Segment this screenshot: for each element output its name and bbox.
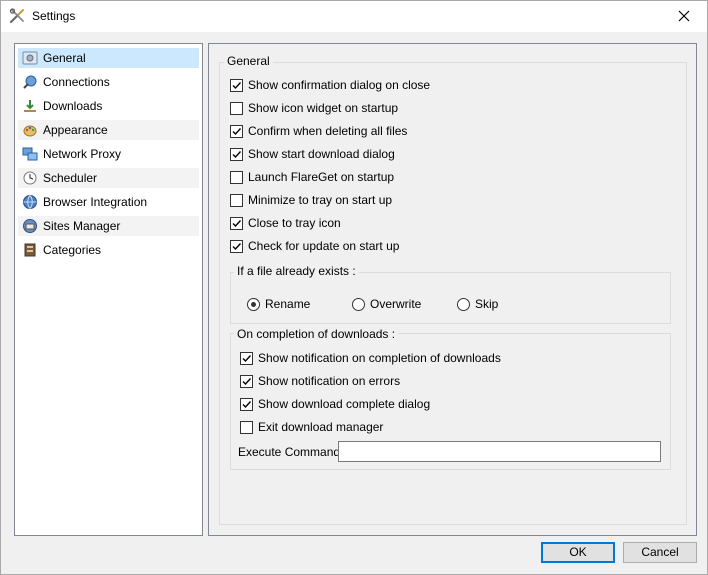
radio-label: Rename bbox=[265, 297, 311, 311]
appearance-icon bbox=[22, 122, 38, 138]
execute-command-label: Execute Command: bbox=[238, 445, 344, 459]
sidebar-item-downloads[interactable]: Downloads bbox=[18, 96, 199, 116]
checkmark-icon bbox=[242, 401, 252, 409]
tools-icon bbox=[9, 8, 25, 24]
categories-icon bbox=[22, 242, 38, 258]
option-label: Show download complete dialog bbox=[258, 397, 431, 411]
option-label: Show confirmation dialog on close bbox=[248, 78, 431, 92]
checkbox[interactable] bbox=[230, 148, 243, 161]
sidebar-item-sites-manager[interactable]: Sites Manager bbox=[18, 216, 199, 236]
option-label: Confirm when deleting all files bbox=[248, 124, 408, 138]
radio-label: Skip bbox=[475, 297, 499, 311]
sidebar-item-label: Appearance bbox=[43, 123, 108, 137]
checkmark-icon bbox=[232, 243, 242, 251]
completion-group-title: On completion of downloads : bbox=[234, 327, 399, 341]
option-label: Show start download dialog bbox=[248, 147, 395, 161]
sidebar-item-browser-integration[interactable]: Browser Integration bbox=[18, 192, 199, 212]
connections-icon bbox=[22, 74, 38, 90]
general-settings-icon bbox=[22, 50, 38, 66]
settings-panel: General Show confirmation dialog on clos… bbox=[208, 43, 697, 536]
checkmark-icon bbox=[242, 355, 252, 363]
sidebar-item-categories[interactable]: Categories bbox=[18, 240, 199, 260]
radio-button[interactable] bbox=[247, 298, 260, 311]
checkbox[interactable] bbox=[240, 375, 253, 388]
checkmark-icon bbox=[232, 128, 242, 136]
sidebar-item-label: Sites Manager bbox=[43, 219, 121, 233]
radio-button[interactable] bbox=[352, 298, 365, 311]
cancel-button[interactable]: Cancel bbox=[623, 542, 697, 563]
sites-manager-icon bbox=[22, 218, 38, 234]
close-button[interactable] bbox=[661, 1, 707, 32]
checkbox[interactable] bbox=[240, 352, 253, 365]
option-label: Minimize to tray on start up bbox=[248, 193, 393, 207]
option-label: Show notification on completion of downl… bbox=[258, 351, 501, 365]
checkmark-icon bbox=[232, 220, 242, 228]
sidebar-item-label: Browser Integration bbox=[43, 195, 148, 209]
sidebar-item-label: General bbox=[43, 51, 86, 65]
network-proxy-icon bbox=[22, 146, 38, 162]
downloads-icon bbox=[22, 98, 38, 114]
execute-command-input[interactable] bbox=[338, 441, 661, 462]
sidebar-item-label: Categories bbox=[43, 243, 102, 257]
checkmark-icon bbox=[232, 151, 242, 159]
window-title: Settings bbox=[32, 9, 76, 23]
option-label: Exit download manager bbox=[258, 420, 384, 434]
checkbox[interactable] bbox=[230, 240, 243, 253]
checkbox[interactable] bbox=[230, 217, 243, 230]
ok-button[interactable]: OK bbox=[541, 542, 615, 563]
sidebar-item-label: Network Proxy bbox=[43, 147, 122, 161]
checkbox[interactable] bbox=[230, 171, 243, 184]
radio-selected-dot bbox=[251, 302, 256, 307]
settings-window: Settings General Connections Downloads A… bbox=[0, 0, 708, 575]
file-exists-group-title: If a file already exists : bbox=[234, 264, 359, 278]
sidebar-item-scheduler[interactable]: Scheduler bbox=[18, 168, 199, 188]
option-label: Close to tray icon bbox=[248, 216, 341, 230]
checkmark-icon bbox=[232, 82, 242, 90]
general-group-title: General bbox=[224, 54, 273, 68]
checkbox[interactable] bbox=[230, 102, 243, 115]
settings-category-list: General Connections Downloads Appearance… bbox=[14, 43, 203, 536]
close-icon bbox=[678, 10, 690, 22]
option-label: Show icon widget on startup bbox=[248, 101, 399, 115]
sidebar-item-general[interactable]: General bbox=[18, 48, 199, 68]
sidebar-item-connections[interactable]: Connections bbox=[18, 72, 199, 92]
sidebar-item-label: Downloads bbox=[43, 99, 103, 113]
option-label: Show notification on errors bbox=[258, 374, 401, 388]
title-bar: Settings bbox=[1, 1, 707, 32]
checkbox[interactable] bbox=[240, 398, 253, 411]
checkbox[interactable] bbox=[230, 79, 243, 92]
sidebar-item-network-proxy[interactable]: Network Proxy bbox=[18, 144, 199, 164]
scheduler-icon bbox=[22, 170, 38, 186]
sidebar-item-appearance[interactable]: Appearance bbox=[18, 120, 199, 140]
checkbox[interactable] bbox=[230, 194, 243, 207]
option-label: Check for update on start up bbox=[248, 239, 400, 253]
checkmark-icon bbox=[242, 378, 252, 386]
checkbox[interactable] bbox=[240, 421, 253, 434]
browser-integration-icon bbox=[22, 194, 38, 210]
sidebar-item-label: Scheduler bbox=[43, 171, 98, 185]
option-label: Launch FlareGet on startup bbox=[248, 170, 395, 184]
radio-button[interactable] bbox=[457, 298, 470, 311]
sidebar-item-label: Connections bbox=[43, 75, 110, 89]
radio-label: Overwrite bbox=[370, 297, 422, 311]
checkbox[interactable] bbox=[230, 125, 243, 138]
